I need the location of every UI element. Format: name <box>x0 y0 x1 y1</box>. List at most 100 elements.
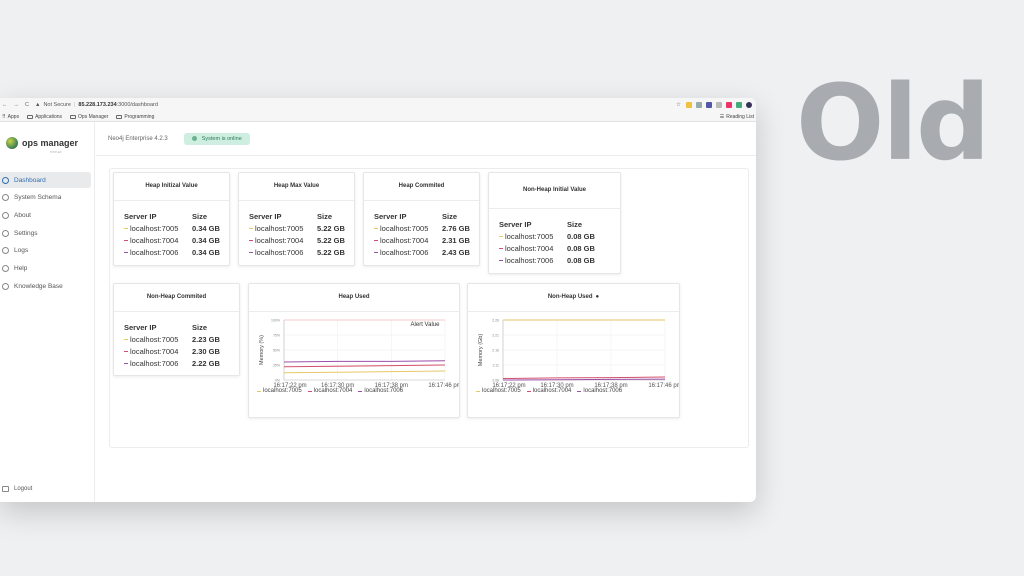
apps-grid-icon: ⠿ <box>2 113 6 120</box>
brand-logo[interactable]: ops manager <box>0 122 94 149</box>
star-icon[interactable]: ☆ <box>676 102 682 108</box>
card-heap-initial: Heap Initizal Value Server IP Size localhos… <box>113 172 230 266</box>
legend-item[interactable]: localhost:7006 <box>358 388 403 394</box>
info-icon[interactable]: ● <box>596 293 600 302</box>
legend-swatch <box>307 390 312 392</box>
server-ip: localhost:7004 <box>505 243 554 253</box>
legend-swatch <box>577 390 582 392</box>
size-value: 0.34 GB <box>192 223 220 233</box>
bookmark-programming[interactable]: Programming <box>116 114 154 120</box>
card-title: Non-Heap Commited <box>114 284 239 312</box>
bookmark-applications[interactable]: Applications <box>27 114 62 120</box>
bookmark-ops-manager[interactable]: Ops Manager <box>70 114 108 120</box>
column-header-size: Size <box>442 211 458 221</box>
logo-subtext: ━━━━ ●━ <box>50 150 62 154</box>
series-swatch <box>124 362 128 364</box>
legend-item[interactable]: localhost:7006 <box>577 388 622 394</box>
legend-swatch <box>358 390 363 392</box>
extension-icon[interactable] <box>706 102 712 108</box>
logout-button[interactable]: Logout <box>2 486 32 492</box>
card-title: Heap Initizal Value <box>114 173 229 201</box>
line-chart: 2.062.112.162.212.2616:17:22 pm 16:17:30 … <box>478 319 679 390</box>
y-tick-label: 2.21 <box>492 334 499 338</box>
y-tick-label: 25% <box>273 364 280 368</box>
extension-icon[interactable] <box>686 102 692 108</box>
size-value: 2.23 GB <box>192 334 220 344</box>
url-path[interactable]: :3000/dashboard <box>117 102 158 108</box>
url-host[interactable]: 85.228.173.234 <box>78 102 116 108</box>
server-ip: localhost:7004 <box>255 235 304 245</box>
legend-item[interactable]: localhost:7005 <box>257 388 302 394</box>
address-bar[interactable]: ← → C ▲ Not Secure | 85.228.173.234:3000… <box>0 98 756 112</box>
help-icon <box>2 264 9 272</box>
sidebar-item-help[interactable]: Help <box>0 260 91 276</box>
y-tick-label: 2.26 <box>492 319 499 323</box>
sidebar-item-about[interactable]: About <box>0 207 91 223</box>
logout-icon <box>2 486 9 492</box>
server-ip: localhost:7005 <box>380 223 429 233</box>
sidebar-item-settings[interactable]: Settings <box>0 225 91 241</box>
sidebar-item-dashboard[interactable]: Dashboard <box>0 172 91 188</box>
gear-icon <box>2 229 9 237</box>
sidebar-item-label: Dashboard <box>14 176 46 184</box>
y-axis-label: Memory (Gb) <box>478 334 484 367</box>
bookmark-apps[interactable]: ⠿ Apps <box>2 114 19 120</box>
extension-icon[interactable] <box>736 102 742 108</box>
series-swatch <box>249 251 253 253</box>
sidebar-item-knowledge-base[interactable]: Knowledge Base <box>0 278 91 294</box>
sidebar-item-system-schema[interactable]: System Schema <box>0 190 91 206</box>
series-swatch <box>499 247 503 249</box>
table-row: localhost:7005 5.22 GB <box>249 222 354 234</box>
y-tick-label: 100% <box>271 319 280 323</box>
card-title: Non-Heap Used ● <box>468 284 679 312</box>
size-value: 2.43 GB <box>442 247 470 257</box>
folder-icon <box>70 114 77 119</box>
extension-icon[interactable] <box>716 102 722 108</box>
reading-list-icon: ☰ <box>719 113 725 120</box>
info-icon <box>2 211 9 219</box>
table-row: localhost:7006 0.08 GB <box>499 254 620 266</box>
back-icon[interactable]: ← <box>2 102 8 108</box>
x-tick-label: 16:17:46 pm <box>648 383 679 389</box>
sidebar-item-label: System Schema <box>14 194 62 202</box>
size-value: 2.22 GB <box>192 358 220 368</box>
series-swatch <box>124 338 128 340</box>
column-header-size: Size <box>192 211 208 221</box>
folder-icon <box>27 114 34 119</box>
sidebar-item-label: Knowledge Base <box>14 282 63 290</box>
warning-icon[interactable]: ▲ <box>35 102 40 108</box>
extension-icon[interactable] <box>696 102 702 108</box>
server-ip: localhost:7005 <box>505 231 554 241</box>
sidebar-item-logs[interactable]: Logs <box>0 243 91 259</box>
reload-icon[interactable]: C <box>25 102 29 108</box>
server-ip: localhost:7006 <box>380 247 429 257</box>
forward-icon[interactable]: → <box>14 102 20 108</box>
legend-item[interactable]: localhost:7004 <box>526 388 571 394</box>
card-heap-commited: Heap Commited Server IP Size localhost:7005… <box>363 172 480 266</box>
size-value: 0.08 GB <box>567 243 595 253</box>
legend-item[interactable]: localhost:7004 <box>307 388 352 394</box>
profile-icon[interactable] <box>746 102 752 108</box>
series-swatch <box>374 227 378 229</box>
legend-item[interactable]: localhost:7005 <box>476 388 521 394</box>
series-swatch <box>374 251 378 253</box>
table-row: localhost:7004 2.31 GB <box>374 234 479 246</box>
database-icon <box>2 194 9 202</box>
alert-value-annotation: Alert Value <box>411 322 441 328</box>
bookmarks-bar: ⠿ Apps Applications Ops Manager Programmi… <box>0 112 756 122</box>
column-header-size: Size <box>192 322 208 332</box>
x-tick-label: 16:17:46 pm <box>428 383 459 389</box>
legend-swatch <box>526 390 531 392</box>
sidebar-item-label: Help <box>14 264 28 272</box>
column-header-size: Size <box>317 211 333 221</box>
series-swatch <box>374 239 378 241</box>
security-label[interactable]: Not Secure <box>43 102 71 108</box>
server-ip: localhost:7006 <box>255 247 304 257</box>
y-tick-label: 2.16 <box>492 349 499 353</box>
extension-icon[interactable] <box>726 102 732 108</box>
server-ip: localhost:7005 <box>130 334 179 344</box>
book-icon <box>2 282 9 290</box>
reading-list[interactable]: ☰ Reading List <box>720 114 754 120</box>
table-row: localhost:7006 5.22 GB <box>249 246 354 258</box>
brand-name: ops manager <box>22 138 79 148</box>
